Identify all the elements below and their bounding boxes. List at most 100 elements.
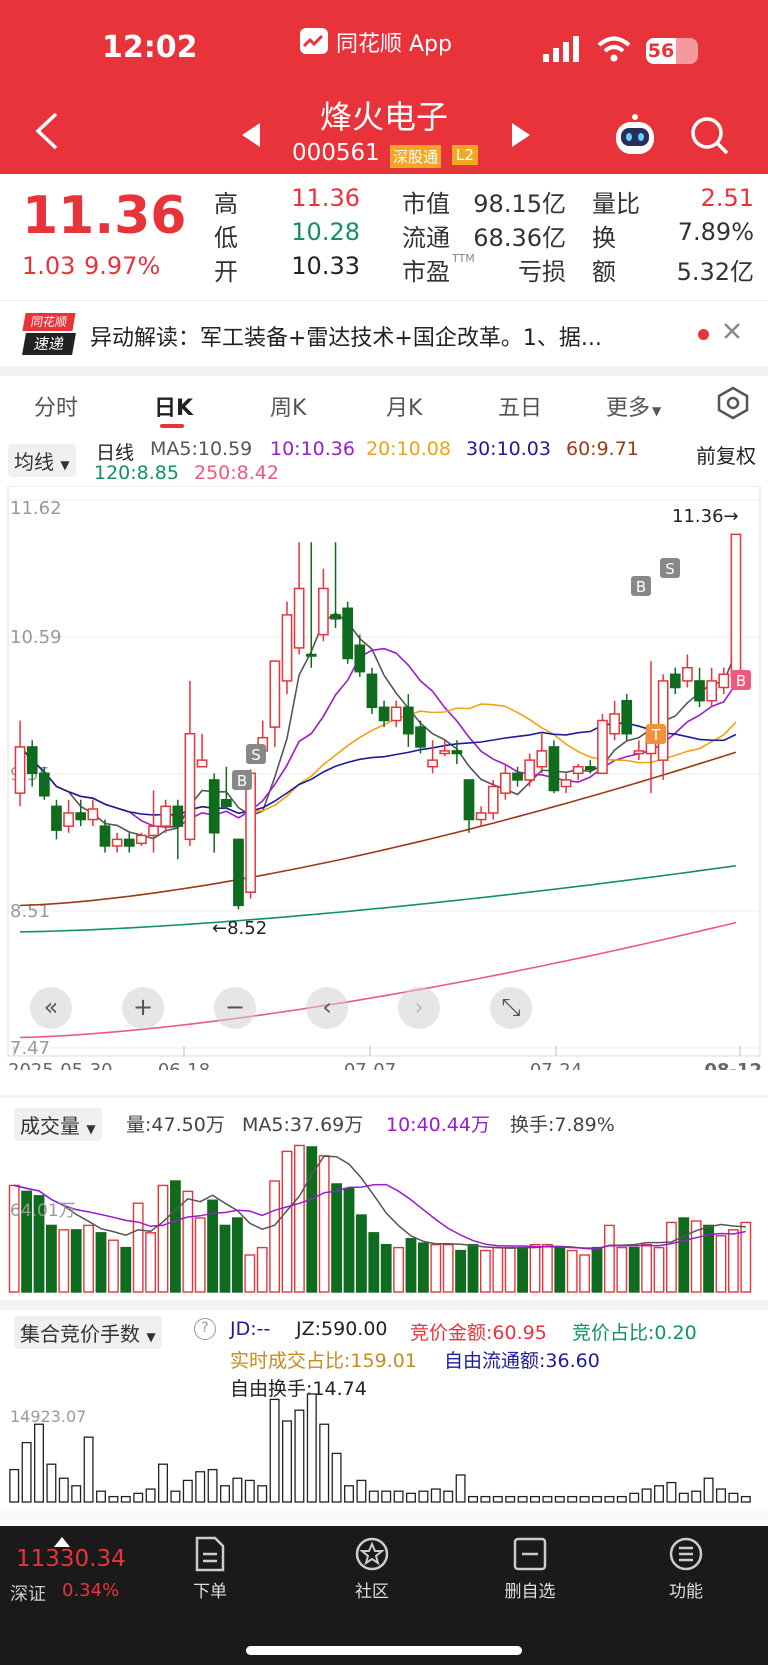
volume-bar — [591, 1246, 603, 1293]
chart-tool-shrink-icon[interactable]: « — [30, 987, 72, 1029]
sgt-tag: 深股通 — [390, 145, 442, 168]
candle-body — [208, 779, 220, 834]
ma-value-4: 60:9.71 — [566, 438, 639, 460]
quote-panel: 11.36 1.03 9.97% 高 11.36 市值 98.15亿 量比 2.51 低 10… — [0, 174, 768, 300]
candle-body — [633, 750, 645, 755]
ma-line-ma10 — [19, 647, 737, 828]
community-icon — [322, 1536, 422, 1577]
chart-tool-prev-icon[interactable]: ‹ — [306, 987, 348, 1029]
chart-tool-fullscreen-icon[interactable]: ⤡ — [490, 987, 532, 1029]
chart-tool-zoom-in-icon[interactable]: + — [122, 987, 164, 1029]
tab-week-k[interactable]: 周K — [270, 390, 306, 422]
tab-minute[interactable]: 分时 — [34, 390, 78, 422]
volume-label-0: 量:47.50万 — [126, 1114, 225, 1136]
auction-bar — [244, 1479, 255, 1503]
auction-bar — [158, 1463, 168, 1503]
volume-bar — [554, 1246, 566, 1293]
quote-cell-0-1: 11.36 — [291, 184, 360, 212]
settings-hexagon-icon[interactable] — [716, 386, 750, 424]
auction-bar — [207, 1468, 218, 1503]
auction-label-2: 竞价金额:60.95 — [410, 1322, 547, 1344]
kline-chart[interactable]: 11.6210.599.558.517.4711.36→←8.52BSBSTB2… — [0, 486, 768, 1070]
volume-bar — [678, 1217, 690, 1293]
nav-functions[interactable]: 功能 — [636, 1536, 736, 1602]
index-name: 深证 — [10, 1584, 46, 1605]
volume-bar — [628, 1246, 640, 1293]
auction-bar — [604, 1495, 615, 1503]
volume-label-2: 10:40.44万 — [386, 1114, 490, 1136]
nav-remove-watchlist[interactable]: 删自选 — [480, 1536, 580, 1602]
volume-select[interactable]: 成交量 ▼ — [14, 1108, 102, 1141]
auction-bar — [269, 1398, 280, 1503]
auction-bar — [319, 1423, 330, 1503]
chart-tool-next-icon[interactable]: › — [398, 987, 440, 1029]
candle-body — [475, 812, 487, 821]
divider — [0, 366, 768, 376]
auction-bar — [616, 1495, 627, 1503]
battery-icon: 56 — [646, 38, 698, 64]
candle-body — [366, 673, 378, 709]
close-icon[interactable] — [722, 321, 742, 345]
auction-bar — [579, 1495, 590, 1503]
auction-bar — [567, 1495, 578, 1503]
candle-body — [451, 750, 463, 755]
news-banner[interactable]: 同花顺 速递 异动解读：军工装备+雷达技术+国企改革。1、据... — [0, 300, 768, 366]
volume-bar — [95, 1232, 107, 1293]
chart-tool-zoom-out-icon[interactable]: − — [214, 987, 256, 1029]
quote-cell-2-2: 市盈 — [402, 258, 450, 286]
quote-cell-1-1: 10.28 — [291, 218, 360, 246]
quote-cell-0-3: 98.15亿 — [473, 190, 566, 218]
auction-bar — [492, 1495, 503, 1503]
volume-bar — [541, 1243, 553, 1293]
help-icon[interactable]: ? — [194, 1318, 216, 1340]
search-icon[interactable] — [690, 116, 730, 160]
quote-cell-0-4: 量比 — [592, 190, 640, 218]
nav-community[interactable]: 社区 — [322, 1536, 422, 1602]
unread-dot — [698, 329, 709, 340]
candle-body — [378, 706, 390, 722]
auction-chart[interactable]: 14923.07 — [0, 1380, 768, 1506]
auction-bar — [83, 1436, 94, 1503]
auction-bar — [430, 1488, 441, 1503]
price-change: 1.03 — [22, 252, 76, 280]
auction-label-4: 实时成交占比:159.01 — [230, 1350, 417, 1372]
robot-assistant-icon[interactable] — [612, 112, 658, 162]
volume-bar — [715, 1235, 727, 1293]
candle-body — [487, 785, 499, 814]
volume-bar — [145, 1232, 157, 1293]
auction-bar — [418, 1490, 429, 1503]
auction-bar — [678, 1492, 689, 1503]
adjust-mode[interactable]: 前复权 — [696, 440, 756, 469]
volume-chart[interactable]: 64.01万 — [0, 1140, 768, 1296]
y-axis-label: 10.59 — [10, 627, 62, 648]
auction-bar — [480, 1495, 491, 1503]
index-value[interactable]: 11330.34 — [16, 1546, 126, 1572]
auction-select[interactable]: 集合竞价手数 ▼ — [14, 1316, 162, 1349]
tab-five-day[interactable]: 五日 — [498, 390, 542, 422]
quote-cell-1-4: 换 — [592, 224, 616, 252]
tab-more[interactable]: 更多 ▼ — [606, 390, 661, 422]
next-stock-icon[interactable] — [510, 122, 532, 152]
candle-body — [330, 614, 341, 620]
volume-label-1: MA5:37.69万 — [242, 1114, 364, 1136]
volume-label-3: 换手:7.89% — [510, 1114, 615, 1136]
candle-body — [718, 673, 730, 689]
auction-bar — [505, 1495, 516, 1503]
volume-bar — [331, 1183, 343, 1293]
tab-day-k[interactable]: 日K — [154, 390, 193, 422]
auction-bar — [716, 1488, 726, 1503]
nav-functions-label: 功能 — [669, 1582, 703, 1602]
tab-month-k[interactable]: 月K — [386, 390, 422, 422]
nav-order[interactable]: 下单 — [160, 1536, 260, 1602]
candle-body — [512, 772, 523, 781]
volume-bar — [107, 1239, 119, 1293]
remove-watchlist-icon — [480, 1536, 580, 1577]
candle-body — [706, 680, 718, 702]
candle-body — [354, 644, 366, 673]
price-change-pct: 9.97% — [84, 252, 161, 280]
kline-period-label: 日线 — [96, 442, 135, 464]
candle-body — [281, 614, 293, 682]
ma-select[interactable]: 均线 ▼ — [8, 444, 76, 477]
chart-frame — [7, 486, 761, 1057]
volume-bar — [492, 1246, 504, 1293]
